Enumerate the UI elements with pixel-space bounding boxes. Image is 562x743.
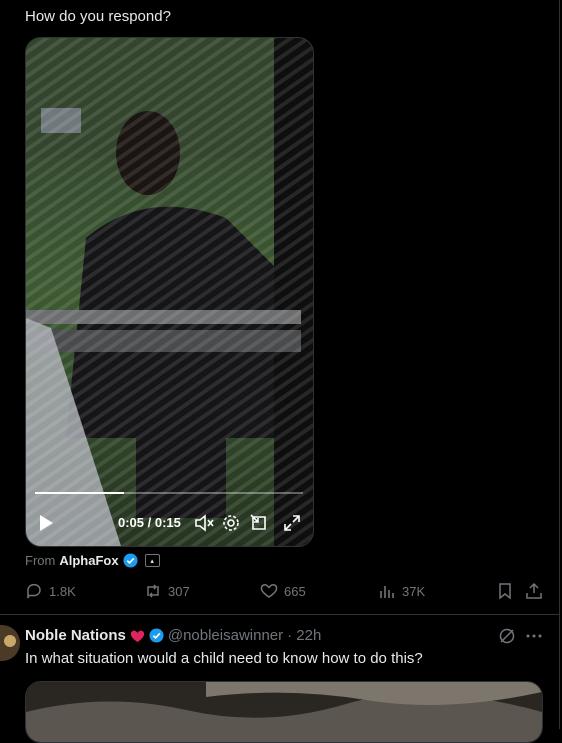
repost-count: 307: [168, 583, 190, 599]
avatar[interactable]: [0, 625, 20, 661]
reply-header: Noble Nations @nobleisawinner · 22h: [25, 627, 321, 644]
like-button[interactable]: 665: [260, 582, 306, 600]
post-text: How do you respond?: [25, 8, 171, 25]
picture-in-picture-icon[interactable]: [250, 514, 268, 532]
verified-badge-icon: [149, 628, 164, 643]
view-count: 37K: [402, 583, 426, 599]
share-icon: [526, 582, 542, 599]
video-time: 0:05 / 0:15: [118, 515, 181, 530]
red-heart-icon: [130, 630, 144, 642]
reply-author-handle[interactable]: @nobleisawinner: [168, 627, 283, 644]
like-count: 665: [284, 583, 306, 599]
reply-author-name[interactable]: Noble Nations: [25, 627, 126, 644]
video-player[interactable]: 0:05 / 0:15: [25, 37, 314, 547]
views-button[interactable]: 37K: [378, 582, 425, 600]
more-options-icon[interactable]: [525, 627, 543, 650]
column-border: [559, 0, 560, 729]
reply-text: In what situation would a child need to …: [25, 650, 423, 667]
reply-button[interactable]: 1.8K: [25, 582, 76, 600]
play-icon[interactable]: [38, 514, 54, 532]
fullscreen-icon[interactable]: [283, 514, 301, 532]
video-source: From AlphaFox ▴: [25, 553, 160, 568]
bookmark-button[interactable]: [496, 582, 514, 600]
share-button[interactable]: [525, 582, 543, 600]
grok-icon[interactable]: [498, 627, 516, 650]
reply-count: 1.8K: [49, 583, 76, 599]
reply-timestamp[interactable]: · 22h: [287, 627, 321, 644]
reply-icon: [27, 583, 41, 599]
verified-badge-icon: [123, 553, 138, 568]
post-divider: [0, 614, 560, 615]
video-progress-fill: [35, 492, 125, 494]
bookmark-icon: [499, 583, 511, 600]
settings-gear-icon[interactable]: [222, 514, 240, 532]
source-prefix: From: [25, 553, 56, 568]
repost-button[interactable]: 307: [144, 582, 190, 600]
video-progress-track[interactable]: [35, 492, 303, 494]
affiliate-logo-icon: ▴: [144, 554, 160, 567]
mute-icon[interactable]: [194, 514, 214, 532]
repost-icon: [147, 584, 159, 598]
source-name[interactable]: AlphaFox: [59, 553, 118, 568]
views-chart-icon: [380, 586, 394, 598]
video-frame: [26, 38, 313, 546]
post-action-bar: 1.8K 307 665 37K: [0, 582, 560, 602]
reply-media-image[interactable]: [25, 681, 543, 743]
heart-icon: [260, 584, 278, 598]
video-controls: 0:05 / 0:15: [26, 508, 313, 538]
